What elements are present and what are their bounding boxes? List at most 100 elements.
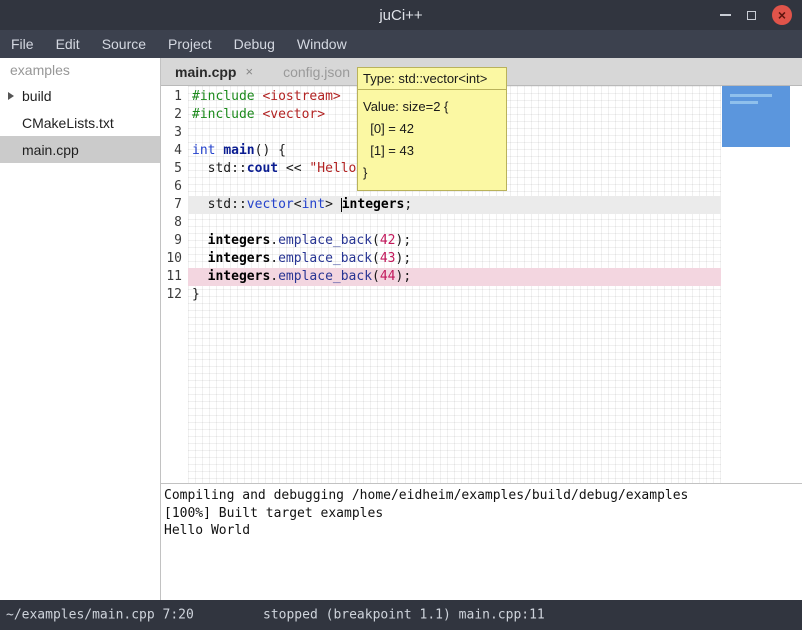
token: integers (208, 251, 271, 266)
token: ); (396, 269, 412, 284)
tooltip-type-line: Type: std::vector<int> (357, 67, 507, 90)
token: 43 (380, 251, 396, 266)
file-tree-panel: examples build CMakeLists.txt main.cpp (0, 58, 160, 600)
jucipp-window: juCi++ × FileEditSourceProjectDebugWindo… (0, 0, 802, 630)
token: int (192, 143, 215, 158)
token: <iostream> (262, 89, 340, 104)
menu-item-file[interactable]: File (0, 30, 45, 58)
tree-item-label: main.cpp (22, 142, 79, 158)
token: integers (208, 233, 271, 248)
tooltip-value-line: [0] = 42 (363, 118, 501, 140)
main-content: examples build CMakeLists.txt main.cpp mai… (0, 58, 802, 600)
code-text: integers.emplace_back(42); (188, 232, 721, 250)
tree-item-build[interactable]: build (0, 82, 160, 109)
menu-item-window[interactable]: Window (286, 30, 358, 58)
menu-item-debug[interactable]: Debug (223, 30, 286, 58)
token: std:: (192, 161, 247, 176)
token: ( (372, 269, 380, 284)
maximize-icon (747, 11, 756, 20)
code-text: std::vector<int> integers; (188, 196, 721, 214)
token: <vector> (262, 107, 325, 122)
token: . (270, 269, 278, 284)
menu-item-project[interactable]: Project (157, 30, 223, 58)
terminal-line: Compiling and debugging /home/eidheim/ex… (164, 487, 800, 505)
token: 44 (380, 269, 396, 284)
token: int (302, 197, 325, 212)
line-number: 6 (161, 178, 188, 196)
status-file-location: ~/examples/main.cpp 7:20 (6, 608, 194, 623)
maximize-button[interactable] (747, 11, 756, 20)
debug-value-tooltip: Type: std::vector<int> Value: size=2 { [… (357, 67, 507, 191)
token: < (294, 197, 302, 212)
token: integers (208, 269, 271, 284)
token: () { (255, 143, 286, 158)
code-text: integers.emplace_back(43); (188, 250, 721, 268)
code-line-9[interactable]: 9 integers.emplace_back(42); (161, 232, 802, 250)
code-text: } (188, 286, 721, 304)
token: emplace_back (278, 269, 372, 284)
code-line-7[interactable]: 7 std::vector<int> integers; (161, 196, 802, 214)
tree-item-main-cpp[interactable]: main.cpp (0, 136, 160, 163)
token: ); (396, 233, 412, 248)
overlay-line (730, 101, 758, 104)
tab-close-icon[interactable]: × (245, 64, 253, 79)
token: << (278, 161, 309, 176)
token: 42 (380, 233, 396, 248)
blue-overlay-panel (722, 86, 790, 147)
tab-label: main.cpp (175, 64, 236, 80)
token: emplace_back (278, 233, 372, 248)
menu-item-edit[interactable]: Edit (45, 30, 91, 58)
tooltip-value-line: [1] = 43 (363, 140, 501, 162)
code-text (188, 214, 721, 232)
file-tree-header: examples (0, 58, 160, 82)
minimize-button[interactable] (720, 14, 731, 16)
status-debug-state: stopped (breakpoint 1.1) main.cpp:11 (263, 608, 545, 623)
overlay-line (730, 94, 772, 97)
line-number: 3 (161, 124, 188, 142)
line-number: 4 (161, 142, 188, 160)
line-number: 2 (161, 106, 188, 124)
token (192, 233, 208, 248)
close-icon: × (778, 8, 786, 22)
tooltip-value-line: } (363, 162, 501, 184)
code-line-11[interactable]: 11 integers.emplace_back(44); (161, 268, 802, 286)
line-number: 8 (161, 214, 188, 232)
code-line-10[interactable]: 10 integers.emplace_back(43); (161, 250, 802, 268)
tree-item-label: CMakeLists.txt (22, 115, 114, 131)
file-tree: build CMakeLists.txt main.cpp (0, 82, 160, 163)
menu-item-source[interactable]: Source (91, 30, 157, 58)
token (192, 251, 208, 266)
token: emplace_back (278, 251, 372, 266)
token: ( (372, 233, 380, 248)
window-title: juCi++ (0, 7, 802, 24)
tooltip-value-line: Value: size=2 { (363, 96, 501, 118)
token: integers (342, 197, 405, 212)
tab-main-cpp[interactable]: main.cpp × (175, 58, 253, 85)
code-line-8[interactable]: 8 (161, 214, 802, 232)
chevron-right-icon (8, 92, 14, 100)
token: cout (247, 161, 278, 176)
token: > (325, 197, 341, 212)
line-number: 9 (161, 232, 188, 250)
terminal-output[interactable]: Compiling and debugging /home/eidheim/ex… (161, 484, 802, 600)
token: ); (396, 251, 412, 266)
tree-item-label: build (22, 88, 52, 104)
line-number: 7 (161, 196, 188, 214)
line-number: 1 (161, 88, 188, 106)
minimize-icon (720, 14, 731, 16)
tab-config-json[interactable]: config.json (283, 58, 350, 85)
token (192, 269, 208, 284)
terminal-line: Hello World (164, 522, 800, 540)
token: std:: (192, 197, 247, 212)
window-controls: × (720, 0, 792, 30)
token: ( (372, 251, 380, 266)
token: #include (192, 107, 262, 122)
close-button[interactable]: × (772, 5, 792, 25)
code-text: integers.emplace_back(44); (188, 268, 721, 286)
line-number: 5 (161, 160, 188, 178)
token: vector (247, 197, 294, 212)
token: } (192, 287, 200, 302)
code-line-12[interactable]: 12} (161, 286, 802, 304)
tree-item-cmakelists-txt[interactable]: CMakeLists.txt (0, 109, 160, 136)
line-number: 12 (161, 286, 188, 304)
